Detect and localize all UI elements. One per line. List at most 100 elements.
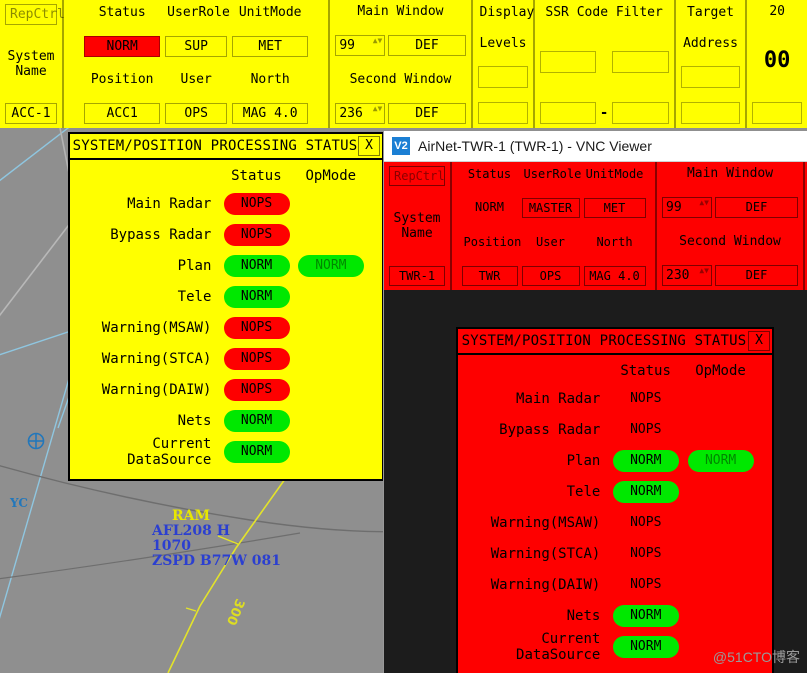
second-window-mode-button[interactable]: DEF bbox=[388, 103, 466, 124]
system-name-label-line1: System bbox=[393, 211, 441, 226]
aircraft-ram-tag: RAM bbox=[172, 508, 210, 524]
status-row: Main Radar NOPS bbox=[78, 188, 368, 219]
vnc-viewer-window[interactable]: V2 AirNet-TWR-1 (TWR-1) - VNC Viewer Rep… bbox=[383, 131, 807, 673]
clock-extra-input[interactable] bbox=[752, 102, 803, 124]
status-badge[interactable]: NOPS bbox=[613, 512, 679, 534]
ssr-top-right-input[interactable] bbox=[612, 50, 669, 73]
status-row: Warning(STCA) NOPS bbox=[466, 538, 758, 569]
second-window-number-input[interactable]: 230 ▲▼ bbox=[662, 265, 712, 286]
system-position-processing-status-dialog-yellow[interactable]: SYSTEM/POSITION PROCESSING STATUS X Stat… bbox=[68, 132, 384, 481]
target-address-top-input[interactable] bbox=[680, 66, 741, 88]
aircraft-label-line1[interactable]: AFL208 H bbox=[152, 524, 230, 539]
status-row-status-cell: NORM bbox=[219, 409, 293, 432]
status-badge[interactable]: NOPS bbox=[223, 316, 290, 339]
status-row2-values: ACC1 OPS MAG 4.0 bbox=[69, 102, 323, 124]
status-row: Nets NORM bbox=[466, 600, 758, 631]
ssr-bottom-left-input[interactable] bbox=[539, 102, 596, 124]
aircraft-label-line3[interactable]: ZSPD B77W 081 bbox=[152, 554, 281, 569]
main-window-label: Main Window bbox=[357, 4, 444, 19]
watermark-text: @51CTO博客 bbox=[712, 649, 800, 665]
status-badge[interactable]: NORM bbox=[223, 409, 290, 432]
ssr-bottom-right-input[interactable] bbox=[612, 102, 669, 124]
status-row: Bypass Radar NOPS bbox=[78, 219, 368, 250]
status-badge[interactable]: NOPS bbox=[613, 388, 679, 410]
dialog-title-bar[interactable]: SYSTEM/POSITION PROCESSING STATUS X bbox=[70, 134, 382, 160]
status-row-status-cell: NOPS bbox=[608, 512, 683, 534]
spinner-arrows-icon[interactable]: ▲▼ bbox=[373, 37, 383, 45]
status-badge[interactable]: NORM bbox=[612, 635, 679, 658]
status-badge[interactable]: NORM bbox=[223, 440, 290, 463]
remote-status-row1-values: NORM MASTER MET bbox=[457, 198, 650, 218]
aircraft-label-line2[interactable]: 1070 bbox=[152, 539, 191, 554]
main-window-number-input[interactable]: 99 ▲▼ bbox=[662, 197, 712, 218]
status-row-status-cell: NORM bbox=[219, 254, 293, 277]
system-name-value[interactable]: TWR-1 bbox=[389, 266, 445, 286]
second-window-mode-button[interactable]: DEF bbox=[715, 265, 798, 286]
status-row-label: Plan bbox=[177, 257, 212, 274]
opmode-badge[interactable]: NORM bbox=[687, 449, 754, 472]
status-row: Bypass Radar NOPS bbox=[466, 414, 758, 445]
status-badge[interactable]: NORM bbox=[223, 254, 290, 277]
second-window-number-input[interactable]: 236 ▲▼ bbox=[335, 103, 386, 124]
status-badge[interactable]: NOPS bbox=[223, 378, 290, 401]
main-window-mode-button[interactable]: DEF bbox=[388, 35, 466, 56]
close-icon[interactable]: X bbox=[748, 331, 770, 351]
status-badge[interactable]: NOPS bbox=[613, 419, 679, 441]
unitmode-value-button[interactable]: MET bbox=[232, 35, 309, 57]
status-value-button[interactable]: NORM bbox=[84, 35, 161, 57]
header-target-address-section: Target Address bbox=[676, 0, 748, 128]
position-value-button[interactable]: ACC1 bbox=[84, 102, 161, 124]
spinner-arrows-icon[interactable]: ▲▼ bbox=[699, 267, 709, 275]
status-badge[interactable]: NOPS bbox=[613, 543, 679, 565]
display-levels-top-input[interactable] bbox=[477, 66, 528, 88]
userrole-value-button[interactable]: SUP bbox=[165, 35, 228, 57]
vnc-canvas[interactable]: RepCtrl System Name TWR-1 Status UserRol… bbox=[384, 162, 807, 673]
user-value-button[interactable]: OPS bbox=[521, 266, 580, 286]
display-levels-bottom-input[interactable] bbox=[477, 102, 528, 124]
position-value-button[interactable]: TWR bbox=[461, 266, 518, 286]
north-value-button[interactable]: MAG 4.0 bbox=[583, 266, 646, 286]
repctrl-button[interactable]: RepCtrl bbox=[5, 4, 65, 25]
position-header: Position bbox=[463, 235, 522, 249]
dialog-body: Status OpMode Main Radar NOPS Bypass Radar… bbox=[458, 355, 772, 673]
spinner-arrows-icon[interactable]: ▲▼ bbox=[699, 199, 709, 207]
status-badge[interactable]: NOPS bbox=[223, 223, 290, 246]
status-row-label: Warning(MSAW) bbox=[490, 514, 601, 531]
unitmode-value-button[interactable]: MET bbox=[583, 198, 646, 218]
status-badge[interactable]: NOPS bbox=[613, 574, 679, 596]
main-window-number-input[interactable]: 99 ▲▼ bbox=[335, 35, 386, 56]
status-row-label: Bypass Radar bbox=[110, 226, 212, 243]
status-row-status-cell: NOPS bbox=[608, 574, 683, 596]
repctrl-button[interactable]: RepCtrl bbox=[389, 166, 445, 186]
clock-time: 00 bbox=[763, 48, 791, 73]
status-badge[interactable]: NOPS bbox=[223, 192, 290, 215]
ssr-row-bottom: - bbox=[539, 102, 669, 124]
main-window-mode-button[interactable]: DEF bbox=[715, 197, 798, 218]
header-system-section: RepCtrl System Name ACC-1 bbox=[0, 0, 65, 128]
target-address-bottom-input[interactable] bbox=[680, 102, 741, 124]
status-row-label: Bypass Radar bbox=[499, 421, 601, 438]
user-value-button[interactable]: OPS bbox=[165, 102, 228, 124]
north-value-button[interactable]: MAG 4.0 bbox=[232, 102, 309, 124]
close-icon[interactable]: X bbox=[358, 136, 380, 156]
dialog-title-text: SYSTEM/POSITION PROCESSING STATUS bbox=[461, 333, 747, 349]
system-name-value[interactable]: ACC-1 bbox=[5, 103, 57, 124]
status-badge[interactable]: NORM bbox=[612, 449, 679, 472]
dialog-frame: SYSTEM/POSITION PROCESSING STATUS X Stat… bbox=[68, 132, 384, 481]
opmode-badge[interactable]: NORM bbox=[297, 254, 364, 277]
status-badge[interactable]: NORM bbox=[223, 285, 290, 308]
vnc-title-bar[interactable]: V2 AirNet-TWR-1 (TWR-1) - VNC Viewer bbox=[384, 131, 807, 162]
status-row-status-cell: NOPS bbox=[608, 543, 683, 565]
userrole-value-button[interactable]: MASTER bbox=[521, 198, 580, 218]
status-row: Nets NORM bbox=[78, 405, 368, 436]
system-position-processing-status-dialog-red[interactable]: SYSTEM/POSITION PROCESSING STATUS X Stat… bbox=[456, 327, 774, 673]
header-ssr-filter-section: SSR Code Filter - bbox=[535, 0, 676, 128]
status-row-status-cell: NOPS bbox=[608, 419, 683, 441]
status-badge[interactable]: NORM bbox=[612, 480, 679, 503]
dialog-title-bar[interactable]: SYSTEM/POSITION PROCESSING STATUS X bbox=[458, 329, 772, 355]
status-badge[interactable]: NOPS bbox=[223, 347, 290, 370]
map-waypoint-label: YC bbox=[10, 496, 28, 510]
status-badge[interactable]: NORM bbox=[612, 604, 679, 627]
ssr-top-left-input[interactable] bbox=[539, 50, 596, 73]
spinner-arrows-icon[interactable]: ▲▼ bbox=[373, 105, 383, 113]
